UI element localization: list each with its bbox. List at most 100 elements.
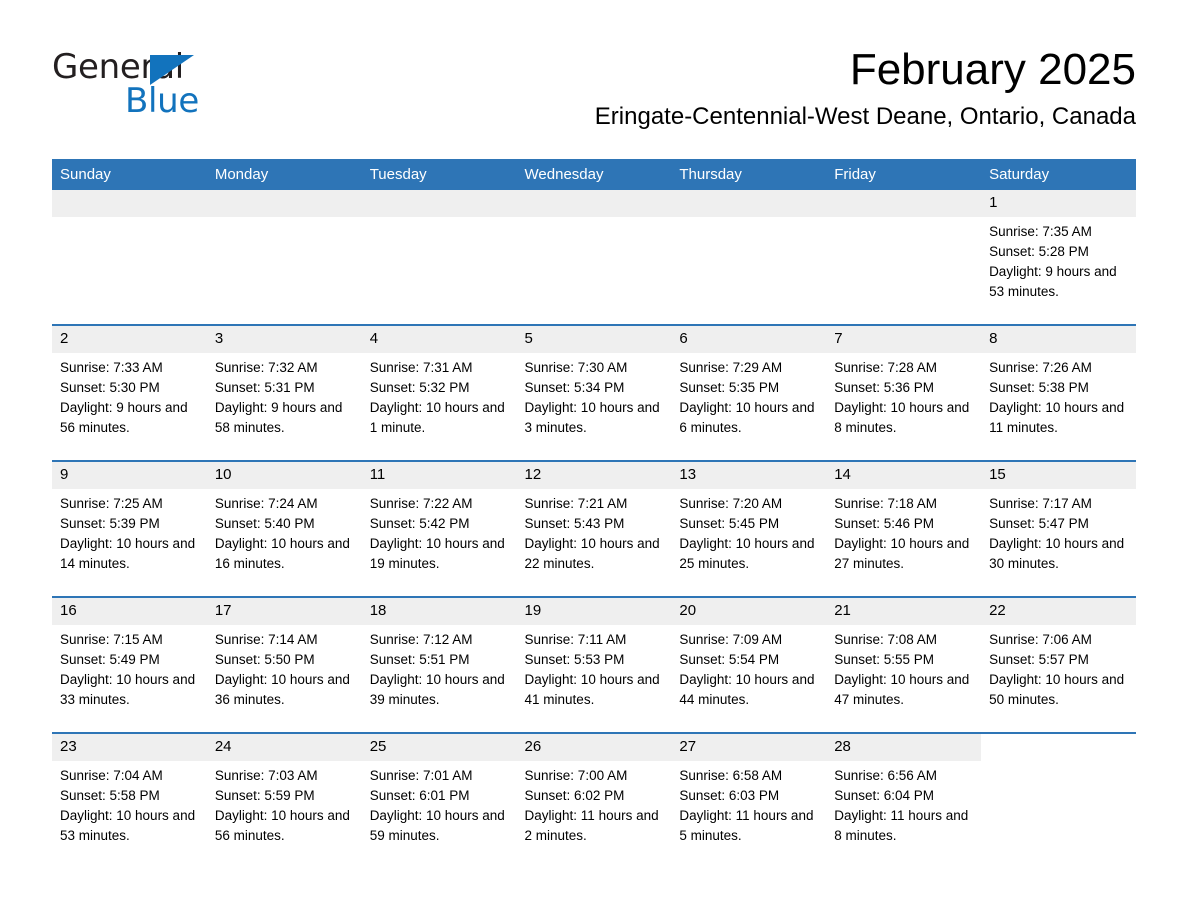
calendar-day-cell[interactable]: 18 Sunrise: 7:12 AM Sunset: 5:51 PM Dayligh… (361, 596, 517, 733)
day-number: 3 (206, 326, 362, 353)
sunset-text: Sunset: 5:58 PM (60, 788, 160, 803)
sunset-text: Sunset: 5:46 PM (834, 516, 935, 531)
calendar-day-cell[interactable]: 25 Sunrise: 7:01 AM Sunset: 6:01 PM Dayligh… (361, 732, 517, 868)
sunrise-text: Sunrise: 7:15 AM (60, 632, 163, 647)
calendar-week-row: 9 Sunrise: 7:25 AM Sunset: 5:39 PM Daylight… (52, 460, 1136, 597)
page-header: General Blue February 2025 Eringate-Cent… (52, 44, 1136, 148)
calendar-day-cell[interactable]: 2 Sunrise: 7:33 AM Sunset: 5:30 PM Daylight… (52, 324, 207, 461)
day-number: 23 (52, 734, 207, 761)
sunset-text: Sunset: 5:36 PM (834, 380, 935, 395)
calendar-day-cell[interactable]: 19 Sunrise: 7:11 AM Sunset: 5:53 PM Dayligh… (516, 596, 672, 733)
calendar-day-cell-empty (52, 190, 207, 325)
calendar-day-cell[interactable]: 10 Sunrise: 7:24 AM Sunset: 5:40 PM Dayligh… (206, 460, 362, 597)
sunrise-text: Sunrise: 7:28 AM (834, 360, 938, 375)
daylight-text: Daylight: 10 hours and 11 minutes. (989, 400, 1125, 435)
calendar-day-cell[interactable]: 9 Sunrise: 7:25 AM Sunset: 5:39 PM Daylight… (52, 460, 207, 597)
calendar-day-cell[interactable]: 17 Sunrise: 7:14 AM Sunset: 5:50 PM Dayligh… (206, 596, 362, 733)
day-details: Sunrise: 7:01 AM Sunset: 6:01 PM Daylight:… (362, 761, 517, 846)
calendar-day-cell[interactable]: 5 Sunrise: 7:30 AM Sunset: 5:34 PM Daylight… (516, 324, 672, 461)
calendar-day-cell[interactable]: 6 Sunrise: 7:29 AM Sunset: 5:35 PM Daylight… (671, 324, 827, 461)
calendar-day-cell[interactable]: 26 Sunrise: 7:00 AM Sunset: 6:02 PM Dayligh… (516, 732, 672, 868)
calendar-day-cell[interactable]: 22 Sunrise: 7:06 AM Sunset: 5:57 PM Dayligh… (981, 596, 1136, 733)
day-details: Sunrise: 7:22 AM Sunset: 5:42 PM Daylight:… (362, 489, 517, 574)
calendar-day-cell[interactable]: 24 Sunrise: 7:03 AM Sunset: 5:59 PM Dayligh… (206, 732, 362, 868)
calendar-day-cell[interactable]: 15 Sunrise: 7:17 AM Sunset: 5:47 PM Dayligh… (981, 460, 1136, 597)
day-number (671, 190, 827, 217)
day-number (981, 734, 1136, 761)
sunrise-text: Sunrise: 7:00 AM (524, 768, 628, 783)
day-number: 5 (516, 326, 672, 353)
sunrise-text: Sunrise: 7:17 AM (989, 496, 1092, 511)
calendar-day-cell[interactable]: 8 Sunrise: 7:26 AM Sunset: 5:38 PM Daylight… (981, 324, 1136, 461)
sunrise-text: Sunrise: 7:33 AM (60, 360, 163, 375)
sunset-text: Sunset: 5:51 PM (369, 652, 470, 667)
calendar-day-cell-empty (671, 190, 827, 325)
sunrise-text: Sunrise: 7:06 AM (989, 632, 1092, 647)
calendar-day-cell[interactable]: 27 Sunrise: 6:58 AM Sunset: 6:03 PM Dayligh… (671, 732, 827, 868)
sunset-text: Sunset: 5:31 PM (214, 380, 315, 395)
daylight-text: Daylight: 9 hours and 58 minutes. (214, 400, 343, 435)
daylight-text: Daylight: 9 hours and 53 minutes. (989, 264, 1117, 299)
sunrise-text: Sunrise: 7:01 AM (369, 768, 473, 783)
daylight-text: Daylight: 10 hours and 56 minutes. (214, 808, 350, 843)
daylight-text: Daylight: 10 hours and 16 minutes. (214, 536, 350, 571)
day-number: 24 (206, 734, 362, 761)
page-title: February 2025 (849, 45, 1136, 94)
day-details: Sunrise: 7:09 AM Sunset: 5:54 PM Daylight:… (671, 625, 826, 710)
sunset-text: Sunset: 5:32 PM (369, 380, 470, 395)
day-details: Sunrise: 7:15 AM Sunset: 5:49 PM Daylight:… (52, 625, 207, 710)
daylight-text: Daylight: 10 hours and 50 minutes. (989, 672, 1125, 707)
sunrise-text: Sunrise: 7:18 AM (834, 496, 938, 511)
sunset-text: Sunset: 6:01 PM (369, 788, 470, 803)
day-details: Sunrise: 7:30 AM Sunset: 5:34 PM Daylight:… (517, 353, 672, 438)
day-details: Sunrise: 7:14 AM Sunset: 5:50 PM Daylight:… (207, 625, 362, 710)
calendar-day-cell[interactable]: 14 Sunrise: 7:18 AM Sunset: 5:46 PM Dayligh… (826, 460, 982, 597)
day-details: Sunrise: 7:29 AM Sunset: 5:35 PM Daylight:… (671, 353, 826, 438)
day-details: Sunrise: 7:06 AM Sunset: 5:57 PM Daylight:… (981, 625, 1136, 710)
day-number: 12 (516, 462, 672, 489)
calendar-day-cell[interactable]: 12 Sunrise: 7:21 AM Sunset: 5:43 PM Dayligh… (516, 460, 672, 597)
calendar-day-cell[interactable]: 7 Sunrise: 7:28 AM Sunset: 5:36 PM Daylight… (826, 324, 982, 461)
sunrise-text: Sunrise: 7:11 AM (524, 632, 627, 647)
day-number: 26 (516, 734, 672, 761)
day-number: 11 (361, 462, 517, 489)
calendar-day-cell[interactable]: 21 Sunrise: 7:08 AM Sunset: 5:55 PM Dayligh… (826, 596, 982, 733)
calendar-day-cell[interactable]: 20 Sunrise: 7:09 AM Sunset: 5:54 PM Dayligh… (671, 596, 827, 733)
calendar-day-cell[interactable]: 11 Sunrise: 7:22 AM Sunset: 5:42 PM Dayligh… (361, 460, 517, 597)
daylight-text: Daylight: 10 hours and 22 minutes. (524, 536, 660, 571)
calendar-day-cell[interactable]: 23 Sunrise: 7:04 AM Sunset: 5:58 PM Dayligh… (52, 732, 207, 868)
day-number: 22 (981, 598, 1136, 625)
daylight-text: Daylight: 10 hours and 59 minutes. (369, 808, 505, 843)
calendar-day-cell[interactable]: 3 Sunrise: 7:32 AM Sunset: 5:31 PM Daylight… (206, 324, 362, 461)
sunset-text: Sunset: 5:40 PM (214, 516, 315, 531)
day-details: Sunrise: 7:28 AM Sunset: 5:36 PM Daylight:… (826, 353, 981, 438)
sunrise-text: Sunrise: 7:04 AM (60, 768, 163, 783)
calendar-day-cell-empty (826, 190, 982, 325)
sunrise-text: Sunrise: 7:08 AM (834, 632, 938, 647)
title-block: February 2025 Eringate-Centennial-West D… (595, 44, 1136, 132)
calendar-day-cell[interactable]: 1 Sunrise: 7:35 AM Sunset: 5:28 PM Daylight… (981, 190, 1136, 325)
sunset-text: Sunset: 5:43 PM (524, 516, 625, 531)
day-number: 8 (981, 326, 1136, 353)
daylight-text: Daylight: 11 hours and 2 minutes. (524, 808, 659, 843)
sunrise-text: Sunrise: 7:09 AM (679, 632, 783, 647)
calendar-day-cell[interactable]: 16 Sunrise: 7:15 AM Sunset: 5:49 PM Dayligh… (52, 596, 207, 733)
day-number: 19 (516, 598, 672, 625)
sunset-text: Sunset: 5:39 PM (60, 516, 160, 531)
daylight-text: Daylight: 10 hours and 27 minutes. (834, 536, 970, 571)
day-number: 28 (826, 734, 982, 761)
day-details: Sunrise: 7:03 AM Sunset: 5:59 PM Daylight:… (207, 761, 362, 846)
sunset-text: Sunset: 5:47 PM (989, 516, 1089, 531)
day-details: Sunrise: 7:00 AM Sunset: 6:02 PM Daylight:… (517, 761, 672, 846)
daylight-text: Daylight: 10 hours and 53 minutes. (60, 808, 196, 843)
sunrise-text: Sunrise: 7:30 AM (524, 360, 628, 375)
calendar-day-cell[interactable]: 13 Sunrise: 7:20 AM Sunset: 5:45 PM Dayligh… (671, 460, 827, 597)
day-details: Sunrise: 6:58 AM Sunset: 6:03 PM Daylight:… (671, 761, 826, 846)
calendar-day-cell[interactable]: 28 Sunrise: 6:56 AM Sunset: 6:04 PM Dayligh… (826, 732, 982, 868)
sunset-text: Sunset: 5:34 PM (524, 380, 625, 395)
weekday-header-monday: Monday (206, 159, 362, 190)
sunset-text: Sunset: 5:38 PM (989, 380, 1089, 395)
calendar-day-cell[interactable]: 4 Sunrise: 7:31 AM Sunset: 5:32 PM Daylight… (361, 324, 517, 461)
daylight-text: Daylight: 10 hours and 25 minutes. (679, 536, 815, 571)
calendar-header-row: Sunday Monday Tuesday Wednesday Thursday Frid… (52, 159, 1136, 190)
